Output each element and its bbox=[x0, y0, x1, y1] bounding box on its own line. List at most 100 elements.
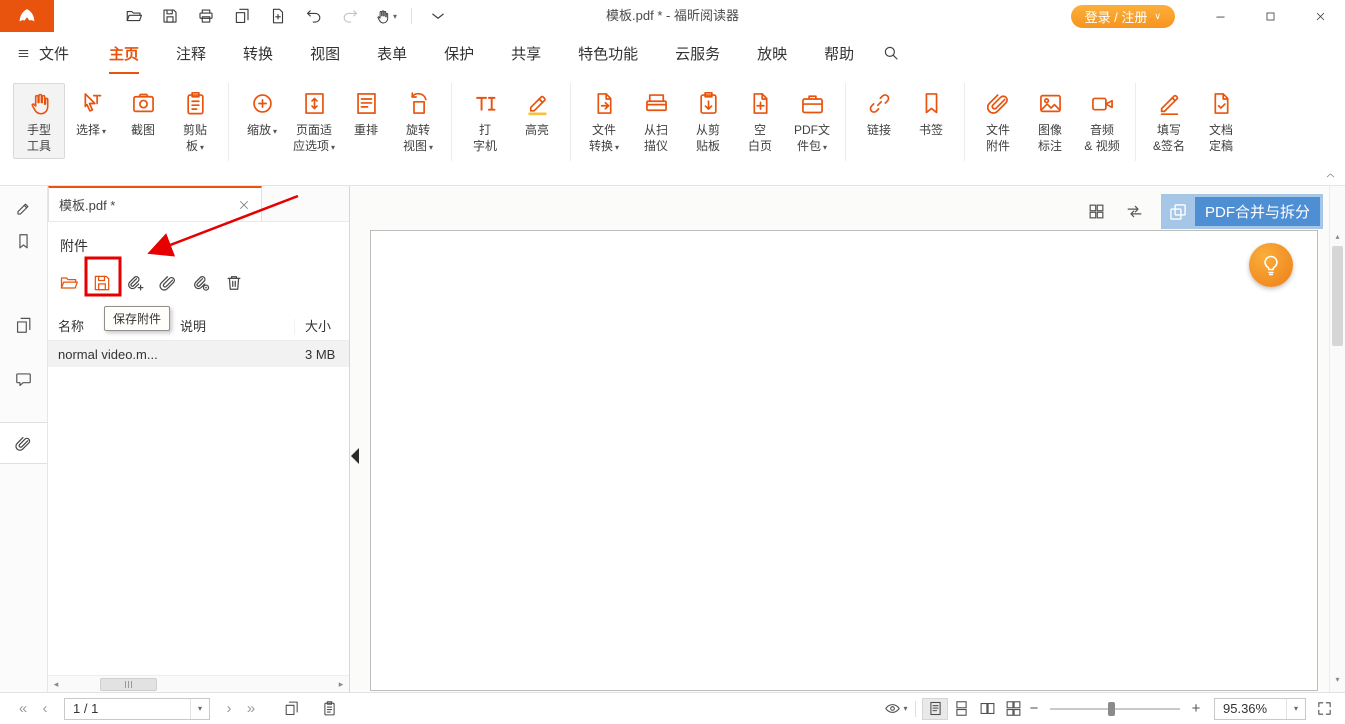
clipboard-button[interactable] bbox=[316, 698, 342, 720]
menu-tab-convert[interactable]: 转换 bbox=[243, 43, 273, 64]
pdf-portfolio-tool-button[interactable]: PDF文 件包▾ bbox=[786, 83, 838, 161]
scroll-down-button[interactable]: ▾ bbox=[1330, 675, 1345, 684]
audio-video-tool-button[interactable]: 音频 & 视频 bbox=[1076, 83, 1128, 159]
typewriter-tool-button[interactable]: 打 字机 bbox=[459, 83, 511, 159]
zoom-out-button[interactable]: − bbox=[1026, 700, 1042, 717]
blank-page-tool-button[interactable]: 空 白页 bbox=[734, 83, 786, 159]
maximize-button[interactable] bbox=[1245, 0, 1295, 32]
scrollbar-track[interactable] bbox=[64, 676, 333, 692]
menu-tab-comment[interactable]: 注释 bbox=[176, 43, 206, 64]
delete-attachment-button[interactable] bbox=[223, 272, 245, 294]
link-tool-button[interactable]: 链接 bbox=[853, 83, 905, 143]
create-pdf-button[interactable] bbox=[266, 4, 290, 28]
facing-continuous-view-button[interactable] bbox=[1000, 698, 1026, 720]
page-number-box[interactable]: 1 / 1 ▾ bbox=[64, 698, 210, 720]
first-page-button[interactable]: « bbox=[12, 700, 34, 717]
bookmark-tool-button[interactable]: 书签 bbox=[905, 83, 957, 143]
scroll-up-button[interactable]: ▴ bbox=[1330, 232, 1345, 241]
column-header-name[interactable]: 名称 bbox=[48, 319, 170, 335]
menu-tab-home[interactable]: 主页 bbox=[109, 43, 139, 64]
highlight-tool-button[interactable]: 高亮 bbox=[511, 83, 563, 143]
menu-tab-features[interactable]: 特色功能 bbox=[578, 43, 638, 64]
menu-tab-help[interactable]: 帮助 bbox=[824, 43, 854, 64]
save-attachment-button[interactable] bbox=[91, 272, 113, 294]
vertical-scrollbar[interactable]: ▴ ▾ bbox=[1329, 186, 1345, 692]
save-file-button[interactable] bbox=[158, 4, 182, 28]
attachment-settings-button[interactable] bbox=[190, 272, 212, 294]
attachment-row[interactable]: normal video.m...3 MB bbox=[48, 341, 349, 367]
previous-page-button[interactable]: ‹ bbox=[34, 700, 56, 717]
bookmarks-panel-button[interactable] bbox=[0, 224, 47, 258]
panel-collapse-handle[interactable] bbox=[351, 448, 359, 464]
attachments-panel-button[interactable] bbox=[0, 422, 47, 464]
menu-tab-cloud[interactable]: 云服务 bbox=[675, 43, 720, 64]
select-cursor-tool-button[interactable]: 选择▾ bbox=[65, 83, 117, 145]
open-attachment-button[interactable] bbox=[58, 272, 80, 294]
last-page-button[interactable]: » bbox=[240, 700, 262, 717]
close-button[interactable] bbox=[1295, 0, 1345, 32]
tab-close-icon[interactable] bbox=[237, 198, 251, 212]
zoom-slider[interactable] bbox=[1050, 708, 1180, 710]
menu-tab-view[interactable]: 视图 bbox=[310, 43, 340, 64]
from-clipboard-tool-button[interactable]: 从剪 贴板 bbox=[682, 83, 734, 159]
image-annot-tool-button[interactable]: 图像 标注 bbox=[1024, 83, 1076, 159]
screenshot-tool-button[interactable]: 截图 bbox=[117, 83, 169, 143]
file-convert-tool-button[interactable]: 文件 转换▾ bbox=[578, 83, 630, 161]
column-header-size[interactable]: 大小 bbox=[295, 319, 349, 335]
zoom-level-box[interactable]: 95.36% ▾ bbox=[1214, 698, 1306, 720]
rotate-view-tool-button[interactable]: 旋转 视图▾ bbox=[392, 83, 444, 161]
undo-button[interactable] bbox=[302, 4, 326, 28]
thumbnail-grid-button[interactable] bbox=[1085, 200, 1109, 224]
scrollbar-thumb[interactable] bbox=[100, 678, 157, 691]
file-attach-tool-button[interactable]: 文件 附件 bbox=[972, 83, 1024, 159]
scroll-left-button[interactable]: ◂ bbox=[48, 679, 64, 690]
copy-button[interactable] bbox=[230, 4, 254, 28]
menu-tab-protect[interactable]: 保护 bbox=[444, 43, 474, 64]
dropdown-caret[interactable]: ▾ bbox=[190, 699, 209, 719]
comments-panel-button[interactable] bbox=[0, 362, 47, 396]
fill-sign-tool-button[interactable]: 填写 &签名 bbox=[1143, 83, 1195, 159]
zoom-in-button[interactable]: + bbox=[1188, 700, 1204, 717]
dropdown-caret[interactable]: ▾ bbox=[1286, 699, 1305, 719]
redo-button[interactable] bbox=[338, 4, 362, 28]
doc-finalize-tool-button[interactable]: 文档 定稿 bbox=[1195, 83, 1247, 159]
zoom-tool-button[interactable]: 缩放▾ bbox=[236, 83, 288, 145]
file-menu-button[interactable]: 文件 bbox=[16, 43, 69, 64]
menu-tab-present[interactable]: 放映 bbox=[757, 43, 787, 64]
single-page-view-button[interactable] bbox=[922, 698, 948, 720]
scanner-tool-button[interactable]: 从扫 描仪 bbox=[630, 83, 682, 159]
document-tab[interactable]: 模板.pdf * bbox=[48, 186, 262, 221]
clipboard-tool-button[interactable]: 剪贴 板▾ bbox=[169, 83, 221, 161]
menu-tab-form[interactable]: 表单 bbox=[377, 43, 407, 64]
assistant-bulb-button[interactable] bbox=[1249, 243, 1293, 287]
scroll-right-button[interactable]: ▸ bbox=[333, 679, 349, 690]
fullscreen-button[interactable] bbox=[1316, 700, 1333, 717]
print-button[interactable] bbox=[194, 4, 218, 28]
search-button[interactable] bbox=[882, 44, 900, 62]
zoom-slider-thumb[interactable] bbox=[1108, 702, 1115, 716]
collapse-ribbon-button[interactable] bbox=[1324, 169, 1337, 182]
minimize-button[interactable] bbox=[1195, 0, 1245, 32]
page-fit-tool-button[interactable]: 页面适 应选项▾ bbox=[288, 83, 340, 161]
pages-panel-button[interactable] bbox=[0, 308, 47, 342]
continuous-view-button[interactable] bbox=[948, 698, 974, 720]
switch-tabs-button[interactable] bbox=[1123, 200, 1147, 224]
facing-view-button[interactable] bbox=[974, 698, 1000, 720]
column-header-description[interactable]: 说明 bbox=[170, 319, 295, 335]
pdf-page[interactable] bbox=[370, 230, 1318, 691]
reflow-tool-button[interactable]: 重排 bbox=[340, 83, 392, 143]
view-settings-button[interactable]: ▾ bbox=[883, 698, 909, 720]
horizontal-scrollbar[interactable]: ◂ ▸ bbox=[48, 675, 349, 692]
menu-tab-share[interactable]: 共享 bbox=[511, 43, 541, 64]
add-attachment-button[interactable] bbox=[124, 272, 146, 294]
login-register-button[interactable]: 登录 / 注册 ∨ bbox=[1071, 5, 1175, 28]
pdf-merge-split-button[interactable]: PDF合并与拆分 bbox=[1161, 194, 1323, 229]
next-page-button[interactable]: › bbox=[218, 700, 240, 717]
hand-tool-button[interactable]: 手型 工具 bbox=[13, 83, 65, 159]
annotate-panel-button[interactable] bbox=[0, 191, 47, 225]
open-file-button[interactable] bbox=[122, 4, 146, 28]
snapshot-button[interactable] bbox=[278, 698, 304, 720]
hand-tool-quick-button[interactable]: ▾ bbox=[374, 8, 397, 25]
customize-toolbar-button[interactable] bbox=[426, 4, 450, 28]
scrollbar-thumb[interactable] bbox=[1332, 246, 1343, 346]
